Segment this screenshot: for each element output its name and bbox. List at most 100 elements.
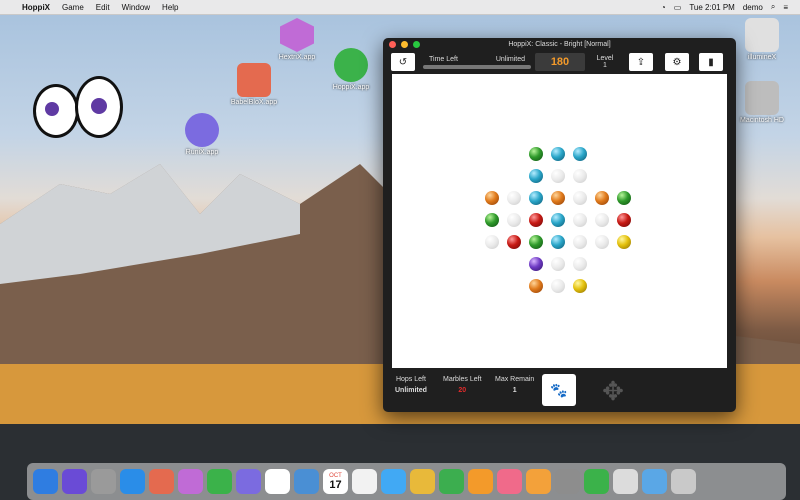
empty-hole[interactable]	[573, 235, 587, 249]
wifi-icon[interactable]: ◔	[661, 3, 666, 12]
window-title: HoppiX: Classic - Bright [Normal]	[508, 40, 611, 48]
hard-drive-icon	[745, 81, 779, 115]
launchpad-icon[interactable]	[91, 469, 116, 494]
desktop-icon-label: BabelBloX.app	[230, 99, 278, 106]
marble-yellow[interactable]	[573, 279, 587, 293]
trash-icon[interactable]	[671, 469, 696, 494]
empty-hole[interactable]	[551, 257, 565, 271]
settings-button[interactable]: ⚙	[665, 53, 689, 71]
menu-list-icon[interactable]: ≡	[783, 3, 788, 12]
empty-hole[interactable]	[551, 169, 565, 183]
keynote-icon[interactable]	[410, 469, 435, 494]
photos-slideshow-icon[interactable]	[294, 469, 319, 494]
runix-icon[interactable]	[236, 469, 261, 494]
max-remain-value: 1	[512, 387, 517, 394]
runix-app-icon	[185, 113, 219, 147]
hextrix-icon[interactable]	[178, 469, 203, 494]
desktop-icon-babelblox[interactable]: BabelBloX.app	[219, 63, 289, 106]
marble-red[interactable]	[617, 213, 631, 227]
empty-hole[interactable]	[595, 213, 609, 227]
marble-orange[interactable]	[551, 191, 565, 205]
marbles-left-label: Marbles Left	[443, 376, 482, 383]
share-button[interactable]: ⇪	[629, 53, 653, 71]
hoppix-dock-icon[interactable]	[584, 469, 609, 494]
signal-bars-icon: ▮	[708, 56, 714, 68]
pages-icon[interactable]	[468, 469, 493, 494]
stats-button[interactable]: ▮	[699, 53, 723, 71]
battery-icon[interactable]: ▭	[674, 3, 682, 12]
empty-hole[interactable]	[485, 235, 499, 249]
hoppix-app-icon	[334, 48, 368, 82]
empty-hole[interactable]	[573, 257, 587, 271]
marble-blue[interactable]	[551, 147, 565, 161]
marble-green[interactable]	[529, 235, 543, 249]
hoppix-window: HoppiX: Classic - Bright [Normal] ↺ Time…	[383, 38, 736, 412]
menu-app-name[interactable]: HoppiX	[22, 3, 50, 12]
menu-game[interactable]: Game	[62, 3, 84, 12]
marble-blue[interactable]	[551, 213, 565, 227]
menu-edit[interactable]: Edit	[96, 3, 110, 12]
time-left-value: Unlimited	[495, 55, 525, 63]
marble-orange[interactable]	[529, 279, 543, 293]
menu-window[interactable]: Window	[122, 3, 150, 12]
marble-blue[interactable]	[551, 235, 565, 249]
messages-icon[interactable]	[381, 469, 406, 494]
marble-yellow[interactable]	[617, 235, 631, 249]
empty-hole[interactable]	[573, 213, 587, 227]
desktop-icon-runix[interactable]: RuniX.app	[167, 113, 237, 156]
marble-blue[interactable]	[573, 147, 587, 161]
babelblox-icon[interactable]	[149, 469, 174, 494]
calendar-day: 17	[329, 478, 342, 491]
empty-hole[interactable]	[507, 213, 521, 227]
eyes-icon[interactable]	[265, 469, 290, 494]
calendar-icon[interactable]: OCT 17	[323, 469, 348, 494]
game-board[interactable]	[392, 74, 727, 368]
system-preferences-icon[interactable]	[555, 469, 580, 494]
numbers-icon[interactable]	[439, 469, 464, 494]
new-game-icon: ↺	[398, 56, 408, 68]
downloads-folder-icon[interactable]	[642, 469, 667, 494]
preview-icon[interactable]	[613, 469, 638, 494]
clock[interactable]: Tue 2:01 PM	[689, 3, 735, 12]
desktop-icon-macintosh-hd[interactable]: Macintosh HD	[727, 81, 797, 124]
marbles-left-value: 20	[458, 387, 467, 394]
marble-blue[interactable]	[529, 169, 543, 183]
max-remain: Max Remain 1	[495, 376, 534, 394]
itunes-icon[interactable]	[497, 469, 522, 494]
desktop-icon-hoppix[interactable]: HoppiX.app	[316, 48, 386, 91]
marble-red[interactable]	[507, 235, 521, 249]
time-left: Time Left Unlimited	[423, 56, 531, 69]
desktop-icon-illuminex[interactable]: illumineX	[727, 18, 797, 61]
hoppix-icon[interactable]	[207, 469, 232, 494]
siri-icon[interactable]	[62, 469, 87, 494]
new-game-button[interactable]: ↺	[391, 53, 415, 71]
desktop-icon-label: illumineX	[747, 54, 777, 61]
ibooks-icon[interactable]	[526, 469, 551, 494]
max-remain-label: Max Remain	[495, 376, 535, 383]
safari-icon[interactable]	[120, 469, 145, 494]
window-titlebar[interactable]: HoppiX: Classic - Bright [Normal]	[383, 38, 736, 50]
search-icon[interactable]: ⌕	[771, 2, 775, 12]
marble-green[interactable]	[617, 191, 631, 205]
marble-blue[interactable]	[529, 191, 543, 205]
marble-orange[interactable]	[595, 191, 609, 205]
hint-button[interactable]: 🐾	[542, 374, 576, 406]
empty-hole[interactable]	[551, 279, 565, 293]
marble-orange[interactable]	[485, 191, 499, 205]
hops-left-value: Unlimited	[395, 387, 427, 394]
hops-left: Hops Left Unlimited	[395, 376, 427, 394]
move-control[interactable]: ✥	[598, 376, 628, 406]
finder-icon[interactable]	[33, 469, 58, 494]
marble-green[interactable]	[529, 147, 543, 161]
empty-hole[interactable]	[507, 191, 521, 205]
empty-hole[interactable]	[595, 235, 609, 249]
marble-green[interactable]	[485, 213, 499, 227]
photos-icon[interactable]	[352, 469, 377, 494]
empty-hole[interactable]	[573, 191, 587, 205]
user-name[interactable]: demo	[743, 3, 763, 12]
marble-purple[interactable]	[529, 257, 543, 271]
empty-hole[interactable]	[573, 169, 587, 183]
game-toolbar: ↺ Time Left Unlimited 180 Level 1 ⇪ ⚙ ▮	[383, 50, 736, 74]
marble-red[interactable]	[529, 213, 543, 227]
menu-help[interactable]: Help	[162, 3, 178, 12]
